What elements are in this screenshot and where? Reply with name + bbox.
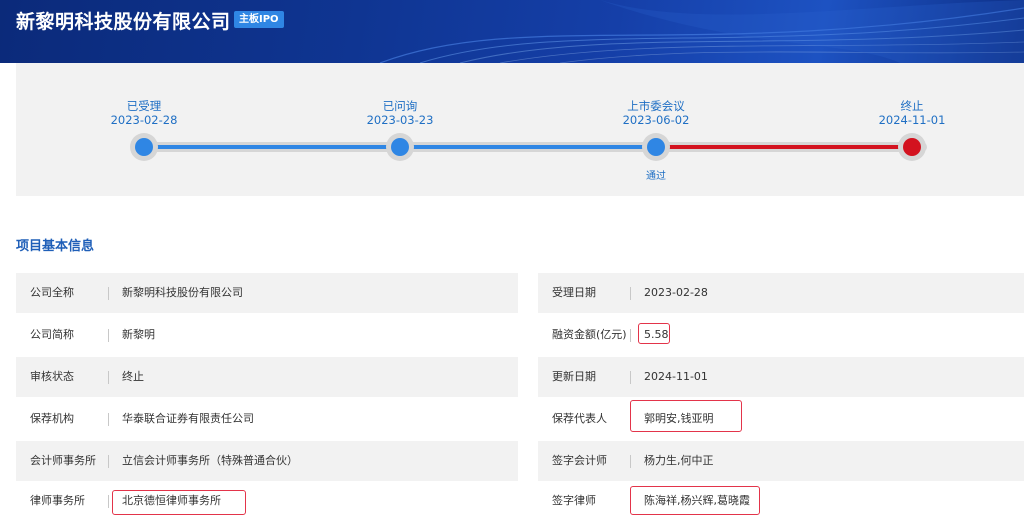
- info-row-signing-accountants: 签字会计师 杨力生,何中正: [538, 441, 1024, 481]
- step-date: 2023-06-02: [622, 113, 690, 127]
- highlight-box-sponsor-representatives: [630, 400, 742, 432]
- info-row-signing-lawyers: 签字律师 陈海祥,杨兴辉,葛晓霞: [538, 481, 1024, 519]
- section-title: 项目基本信息: [16, 239, 95, 254]
- step-label: 已问询: [382, 99, 418, 113]
- info-key: 审核状态: [30, 370, 74, 383]
- info-key: 融资金额(亿元): [552, 328, 627, 341]
- info-key: 公司简称: [30, 328, 74, 341]
- highlight-box-law-firm: [112, 490, 246, 515]
- step-date: 2024-11-01: [878, 113, 946, 127]
- info-key: 受理日期: [552, 286, 596, 299]
- info-value: 杨力生,何中正: [644, 454, 714, 467]
- info-key: 更新日期: [552, 370, 596, 383]
- info-key: 公司全称: [30, 286, 74, 299]
- info-key: 签字律师: [552, 494, 596, 507]
- info-divider: [108, 371, 109, 384]
- info-divider: [108, 495, 109, 508]
- info-row-company-short-name: 公司简称 新黎明: [16, 315, 518, 355]
- info-row-law-firm: 律师事务所 北京德恒律师事务所: [16, 481, 518, 519]
- timeline-segment-2: [400, 145, 656, 149]
- info-row-review-status: 审核状态 终止: [16, 357, 518, 397]
- step-node-inquired[interactable]: [391, 138, 409, 156]
- info-value: 立信会计师事务所（特殊普通合伙）: [122, 454, 298, 467]
- progress-timeline: 已受理 2023-02-28 已问询 2023-03-23 上市委会议 2023…: [16, 63, 1024, 196]
- board-badge: 主板IPO: [234, 11, 284, 28]
- step-node-terminated[interactable]: [903, 138, 921, 156]
- info-divider: [630, 371, 631, 384]
- info-value: 华泰联合证券有限责任公司: [122, 412, 254, 425]
- info-key: 保荐代表人: [552, 412, 607, 425]
- info-value: 新黎明科技股份有限公司: [122, 286, 243, 299]
- info-value: 新黎明: [122, 328, 155, 341]
- info-key: 会计师事务所: [30, 454, 96, 467]
- info-row-update-date: 更新日期 2024-11-01: [538, 357, 1024, 397]
- info-row-sponsor-representatives: 保荐代表人 郭明安,钱亚明: [538, 399, 1024, 439]
- timeline-segment-3: [656, 145, 912, 149]
- info-divider: [630, 287, 631, 300]
- info-row-company-full-name: 公司全称 新黎明科技股份有限公司: [16, 273, 518, 313]
- step-label: 已受理: [126, 99, 162, 113]
- info-divider: [630, 455, 631, 468]
- info-key: 律师事务所: [30, 494, 85, 507]
- highlight-box-signing-lawyers: [630, 486, 760, 515]
- info-divider: [108, 413, 109, 426]
- page-header: 新黎明科技股份有限公司 主板IPO: [0, 0, 1024, 63]
- info-value: 2023-02-28: [644, 286, 708, 299]
- step-node-listing-committee[interactable]: [647, 138, 665, 156]
- info-value: 终止: [122, 370, 144, 383]
- info-row-financing-amount: 融资金额(亿元) 5.58: [538, 315, 1024, 355]
- step-label: 终止: [900, 99, 924, 113]
- info-row-accept-date: 受理日期 2023-02-28: [538, 273, 1024, 313]
- info-divider: [108, 287, 109, 300]
- step-date: 2023-03-23: [366, 113, 434, 127]
- step-note: 通过: [646, 171, 666, 182]
- highlight-box-financing-amount: [638, 323, 670, 344]
- step-date: 2023-02-28: [110, 113, 178, 127]
- info-key: 保荐机构: [30, 412, 74, 425]
- info-key: 签字会计师: [552, 454, 607, 467]
- step-label: 上市委会议: [627, 99, 685, 113]
- info-row-sponsor: 保荐机构 华泰联合证券有限责任公司: [16, 399, 518, 439]
- info-value: 2024-11-01: [644, 370, 708, 383]
- info-divider: [108, 329, 109, 342]
- info-divider: [108, 455, 109, 468]
- info-divider: [630, 329, 631, 342]
- company-title: 新黎明科技股份有限公司: [16, 11, 231, 33]
- info-row-accounting-firm: 会计师事务所 立信会计师事务所（特殊普通合伙）: [16, 441, 518, 481]
- step-node-accepted[interactable]: [135, 138, 153, 156]
- timeline-segment-1: [144, 145, 400, 149]
